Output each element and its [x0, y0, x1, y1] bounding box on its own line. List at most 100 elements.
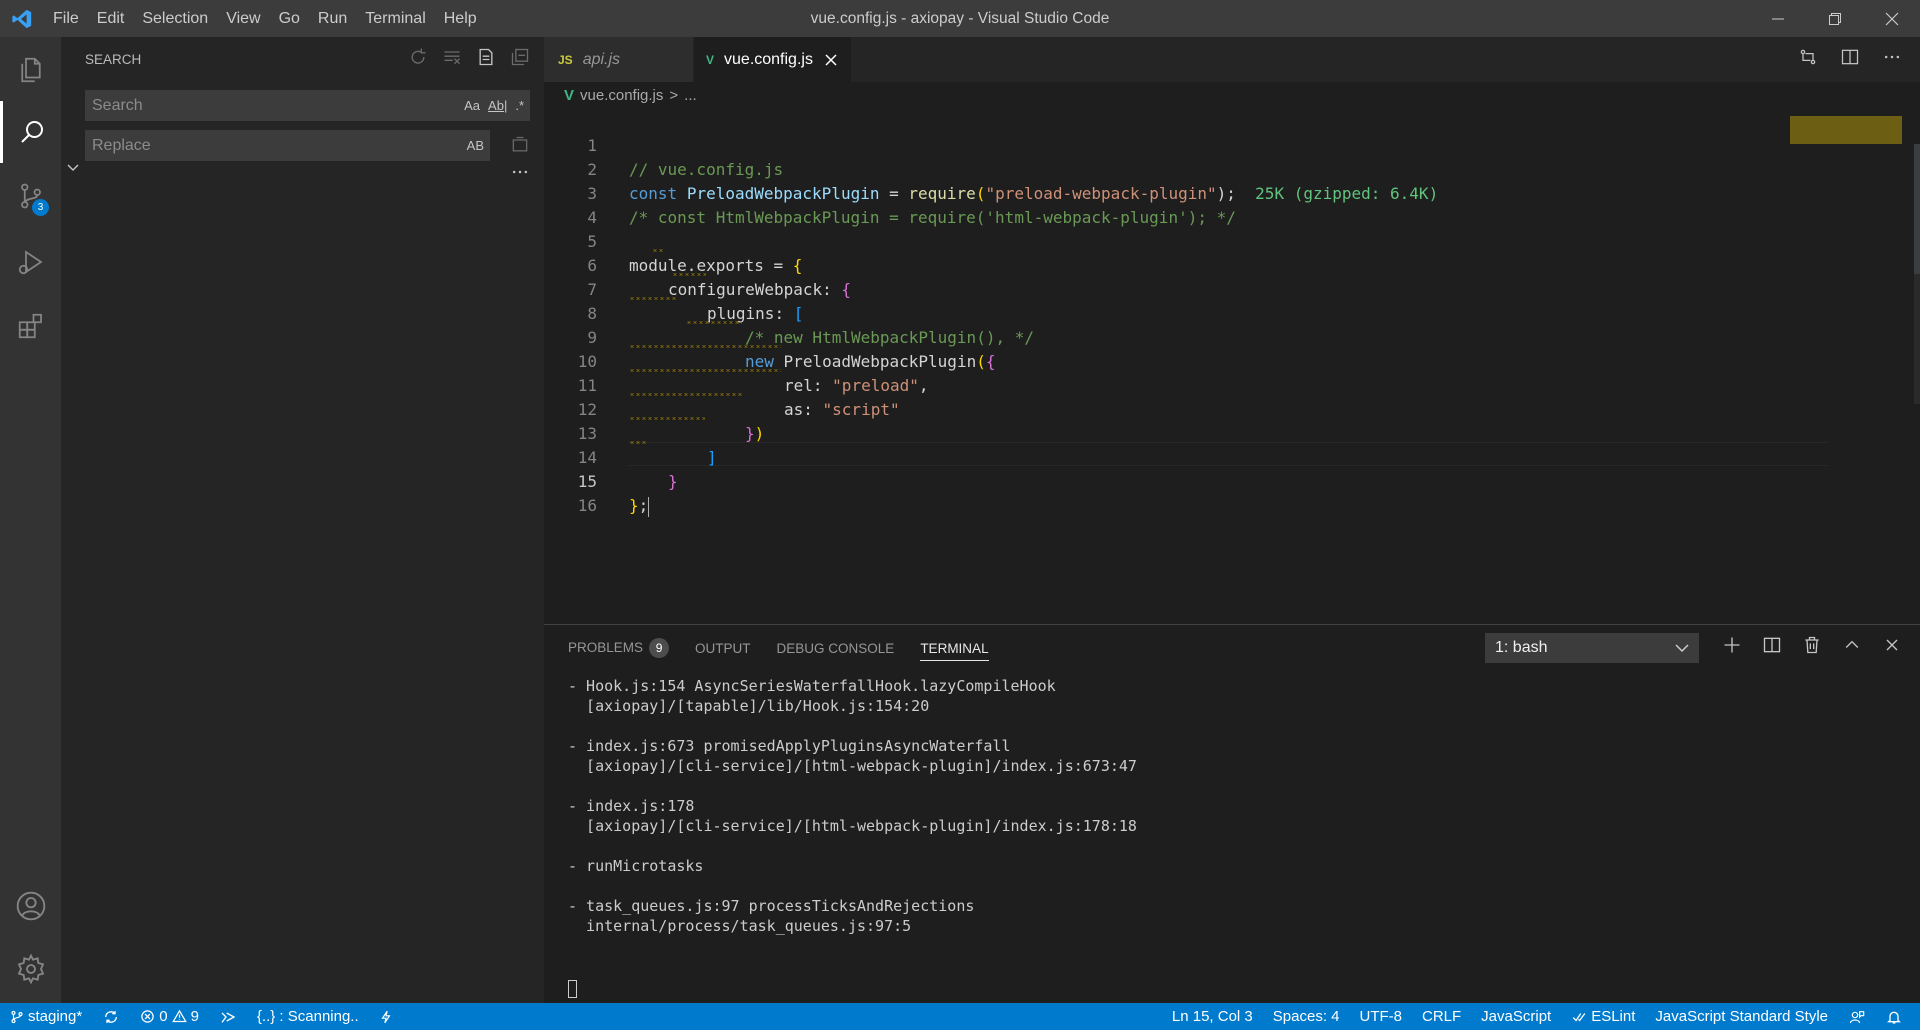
minimize-button[interactable]	[1749, 0, 1806, 37]
more-actions-icon[interactable]	[1882, 47, 1902, 67]
replace-placeholder: Replace	[92, 137, 151, 154]
split-editor-icon[interactable]	[1840, 47, 1860, 67]
breadcrumb-file[interactable]: vue.config.js	[580, 87, 663, 104]
tab-vue-config-js[interactable]: V vue.config.js	[694, 37, 851, 82]
terminal-cursor	[568, 980, 577, 998]
lint-warning-squiggle	[629, 345, 781, 348]
lightning-icon	[381, 1010, 391, 1023]
tab-terminal[interactable]: TERMINAL	[920, 641, 989, 661]
menu-help[interactable]: Help	[435, 0, 486, 37]
minimap[interactable]	[1790, 116, 1902, 144]
refresh-icon[interactable]	[408, 47, 428, 67]
split-terminal-icon[interactable]	[1762, 635, 1782, 655]
menu-view[interactable]: View	[217, 0, 269, 37]
indentation[interactable]: Spaces: 4	[1263, 1008, 1350, 1025]
new-terminal-icon[interactable]	[1722, 635, 1742, 655]
encoding[interactable]: UTF-8	[1350, 1008, 1413, 1025]
accounts-icon[interactable]	[0, 875, 61, 937]
terminal-output[interactable]: - Hook.js:154 AsyncSeriesWaterfallHook.l…	[568, 676, 1137, 936]
breadcrumb-separator: >	[669, 86, 679, 104]
lint-warning-squiggle	[629, 417, 705, 420]
text-cursor	[648, 496, 650, 517]
menu-terminal[interactable]: Terminal	[356, 0, 434, 37]
close-panel-icon[interactable]	[1882, 635, 1902, 655]
warning-count: 9	[190, 1008, 199, 1025]
window-controls	[1749, 0, 1920, 37]
language-mode[interactable]: JavaScript	[1471, 1008, 1561, 1025]
explorer-icon[interactable]	[0, 39, 61, 101]
breadcrumb-more[interactable]: ...	[684, 87, 697, 104]
eslint-status[interactable]: ESLint	[1561, 1008, 1645, 1025]
code-line-5: 5 module.exports = {	[544, 206, 1784, 275]
js-file-icon: JS	[558, 52, 573, 67]
menu-edit[interactable]: Edit	[88, 0, 134, 37]
more-options-icon[interactable]	[510, 162, 530, 182]
replace-all-icon[interactable]	[510, 135, 530, 155]
terminal-select[interactable]: 1: bash	[1485, 633, 1699, 663]
code-line-16: 16	[544, 470, 1784, 515]
formatter-style[interactable]: JavaScript Standard Style	[1645, 1008, 1838, 1025]
code-editor[interactable]: 1 // vue.config.js 2 const PreloadWebpac…	[544, 108, 1920, 624]
use-regex-icon[interactable]: .*	[515, 90, 524, 121]
search-input[interactable]: Search Aa Ab| .*	[85, 90, 530, 121]
extensions-icon[interactable]	[0, 295, 61, 357]
lint-warning-squiggle	[686, 321, 742, 324]
open-changes-icon[interactable]	[1798, 47, 1818, 67]
sync-button[interactable]	[92, 1009, 130, 1025]
scm-badge: 3	[32, 199, 49, 216]
search-icon[interactable]	[0, 101, 61, 163]
restore-button[interactable]	[1806, 0, 1863, 37]
tab-api-js[interactable]: JS api.js	[544, 37, 693, 82]
menu-selection[interactable]: Selection	[133, 0, 217, 37]
code-line-6: 6 configureWebpack: {	[544, 230, 1784, 299]
settings-gear-icon[interactable]	[0, 938, 61, 1000]
code-line-14: 14 }	[544, 422, 1784, 491]
panel-tabs: PROBLEMS 9 OUTPUT DEBUG CONSOLE TERMINAL	[568, 635, 989, 661]
preserve-case-icon[interactable]: AB	[467, 130, 484, 161]
close-window-button[interactable]	[1863, 0, 1920, 37]
feedback-button[interactable]	[1838, 1009, 1876, 1025]
clear-results-icon[interactable]	[442, 47, 462, 67]
editor-scrollbar[interactable]	[1914, 144, 1920, 274]
double-check-icon	[1572, 1012, 1586, 1022]
live-share-button[interactable]	[209, 1009, 247, 1025]
end-of-line[interactable]: CRLF	[1412, 1008, 1471, 1025]
tab-debug-console[interactable]: DEBUG CONSOLE	[777, 641, 895, 656]
close-tab-icon[interactable]	[825, 53, 837, 66]
notifications-button[interactable]	[1876, 1009, 1912, 1025]
code-line-13: 13 ]	[544, 398, 1784, 467]
menu-run[interactable]: Run	[309, 0, 356, 37]
run-debug-icon[interactable]	[0, 231, 61, 293]
lint-warning-squiggle	[652, 249, 664, 252]
code-text: };	[629, 494, 650, 518]
tab-problems[interactable]: PROBLEMS 9	[568, 638, 670, 658]
new-search-editor-icon[interactable]	[476, 47, 496, 67]
panel-actions	[1722, 635, 1902, 655]
toggle-replace-chevron-icon[interactable]	[65, 159, 81, 175]
lint-warning-squiggle	[629, 297, 677, 300]
problems-status[interactable]: 0 9	[130, 1008, 209, 1025]
match-whole-word-icon[interactable]: Ab|	[488, 90, 507, 121]
collapse-all-icon[interactable]	[510, 47, 530, 67]
code-line-4: 4	[544, 182, 1784, 227]
menu-go[interactable]: Go	[270, 0, 309, 37]
editor-tabs: JS api.js V vue.config.js	[544, 37, 1920, 82]
lint-warning-squiggle	[672, 273, 706, 276]
scanning-status[interactable]: {..} : Scanning..	[247, 1008, 369, 1025]
kill-terminal-trash-icon[interactable]	[1802, 635, 1822, 655]
search-actions	[408, 47, 530, 67]
replace-input[interactable]: Replace AB	[85, 130, 490, 161]
cursor-position[interactable]: Ln 15, Col 3	[1162, 1008, 1263, 1025]
problems-count-badge: 9	[649, 638, 670, 658]
maximize-panel-icon[interactable]	[1842, 635, 1862, 655]
match-case-icon[interactable]: Aa	[464, 90, 480, 121]
bottom-panel: PROBLEMS 9 OUTPUT DEBUG CONSOLE TERMINAL …	[544, 624, 1920, 1003]
git-branch-icon	[11, 1010, 23, 1023]
git-branch[interactable]: staging*	[0, 1008, 92, 1025]
tab-label: api.js	[582, 50, 621, 68]
source-control-icon[interactable]: 3	[0, 165, 61, 227]
tab-output[interactable]: OUTPUT	[695, 641, 751, 656]
lightning-button[interactable]	[369, 1009, 403, 1025]
menu-file[interactable]: File	[44, 0, 88, 37]
line-number: 16	[577, 496, 597, 515]
